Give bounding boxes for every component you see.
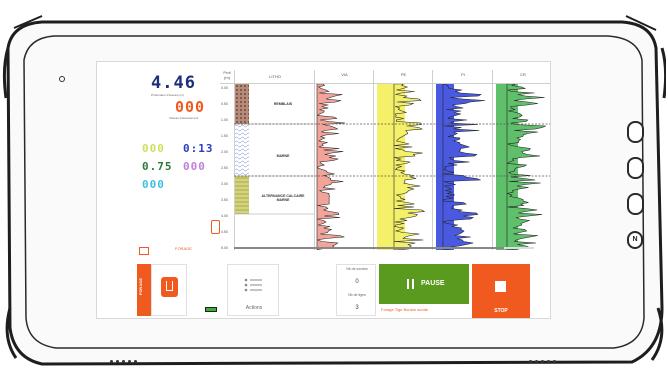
stop-button[interactable]: STOP bbox=[472, 264, 530, 318]
cr-curve bbox=[496, 84, 546, 250]
depth-tick-label: 0.00 bbox=[221, 86, 228, 90]
depth-column: Prof (m) 0.00 0.50 1.00 1.50 2.00 2.50 3.00 3.5… bbox=[220, 70, 234, 250]
depth-tick-label: 2.50 bbox=[221, 166, 228, 170]
lithology-header: LITHO bbox=[235, 70, 315, 84]
lithology-chart bbox=[235, 84, 315, 215]
forage-tab[interactable]: FORAGE bbox=[137, 264, 151, 316]
cr-header: CR bbox=[493, 70, 550, 84]
pi-header: PI bbox=[433, 70, 493, 84]
nb-sondes-value: 0 bbox=[355, 279, 359, 285]
depth-tick-label: 4.00 bbox=[221, 214, 228, 218]
via-header: VIA bbox=[315, 70, 374, 84]
depth-caption: Profondeur d'avance (m) bbox=[151, 93, 184, 97]
nb-sondes-label: Nb de sondes bbox=[346, 267, 368, 271]
pause-button[interactable]: PAUSE bbox=[379, 264, 469, 304]
pe-header: PE bbox=[374, 70, 433, 84]
blue-readout: 0:13 bbox=[183, 142, 214, 155]
tool-panel[interactable] bbox=[151, 264, 187, 316]
depth-tick-label: 4.50 bbox=[221, 230, 228, 234]
app-screen: 4.46 Profondeur d'avance (m) 000 Vitesse… bbox=[96, 61, 551, 319]
depth-tick-label: 2.00 bbox=[221, 150, 228, 154]
speaker-left bbox=[110, 360, 137, 363]
hardware-button-2[interactable] bbox=[627, 157, 644, 179]
side-scroll-handle[interactable] bbox=[211, 220, 220, 234]
lithology-column: LITHO REMBLAIS MARNE ALTERNANCE CALCAIRE… bbox=[234, 70, 315, 250]
orange-tab-icon bbox=[161, 277, 178, 297]
stop-icon bbox=[495, 281, 506, 292]
stop-label: STOP bbox=[494, 308, 508, 314]
pink-readout-row2: 000 bbox=[183, 160, 206, 173]
speed-readout: 000 bbox=[175, 98, 206, 116]
depth-readout: 4.46 bbox=[151, 73, 196, 93]
pi-column: PI bbox=[432, 70, 493, 250]
control-bar: FORAGE Actions Nb de sondes 0 Nb de tige… bbox=[97, 252, 550, 318]
counter-panel: Nb de sondes 0 Nb de tiges 3 bbox=[336, 264, 376, 316]
log-panel: Prof (m) 0.00 0.50 1.00 1.50 2.00 2.50 3.00 3.5… bbox=[220, 70, 550, 252]
hardware-button-1[interactable] bbox=[627, 121, 644, 143]
green-readout: 000 bbox=[142, 142, 165, 155]
actions-label: Actions bbox=[245, 305, 263, 311]
scrollbar-thumb[interactable] bbox=[234, 247, 504, 249]
depth-tick-label: 5.00 bbox=[221, 246, 228, 250]
hardware-button-power[interactable]: N bbox=[627, 231, 643, 249]
actions-button[interactable]: Actions bbox=[227, 264, 279, 316]
nb-tiges-label: Nb de tiges bbox=[348, 293, 366, 297]
battery-icon bbox=[205, 307, 217, 312]
lithology-remblais: REMBLAIS bbox=[273, 102, 293, 106]
lithology-alternance: ALTERNANCE CALCAIRE MARNE bbox=[261, 194, 305, 202]
menu-list-icon bbox=[244, 278, 262, 292]
lithology-marne: MARNE bbox=[276, 154, 290, 158]
depth-header: Prof (m) bbox=[220, 70, 234, 84]
cyan-readout-row3: 000 bbox=[142, 178, 165, 191]
pe-curve bbox=[377, 84, 426, 250]
orange-readout-row2: 0.75 bbox=[142, 160, 173, 173]
pause-icon bbox=[407, 279, 414, 289]
pi-curve bbox=[436, 84, 486, 250]
speaker-right bbox=[529, 360, 556, 363]
forage-label: FORAGE bbox=[175, 246, 192, 251]
nb-tiges-value: 3 bbox=[355, 305, 359, 311]
status-text: Forage Tige Bouton sonde bbox=[381, 307, 429, 312]
speed-caption: Vitesse d'avancement bbox=[169, 116, 199, 120]
horizontal-scrollbar[interactable] bbox=[234, 247, 534, 249]
depth-tick-label: 3.50 bbox=[221, 198, 228, 202]
hardware-button-3[interactable] bbox=[627, 193, 644, 215]
pause-label: PAUSE bbox=[421, 280, 445, 287]
depth-tick-label: 1.00 bbox=[221, 118, 228, 122]
via-curve bbox=[316, 84, 346, 250]
depth-tick-label: 0.50 bbox=[221, 102, 228, 106]
cr-column: CR bbox=[492, 70, 550, 250]
camera-icon bbox=[59, 76, 65, 82]
pe-column: PE bbox=[373, 70, 433, 250]
depth-tick-label: 3.00 bbox=[221, 182, 228, 186]
forage-tab-label: FORAGE bbox=[138, 278, 143, 296]
depth-tick-label: 1.50 bbox=[221, 134, 228, 138]
via-column: VIA bbox=[314, 70, 374, 250]
